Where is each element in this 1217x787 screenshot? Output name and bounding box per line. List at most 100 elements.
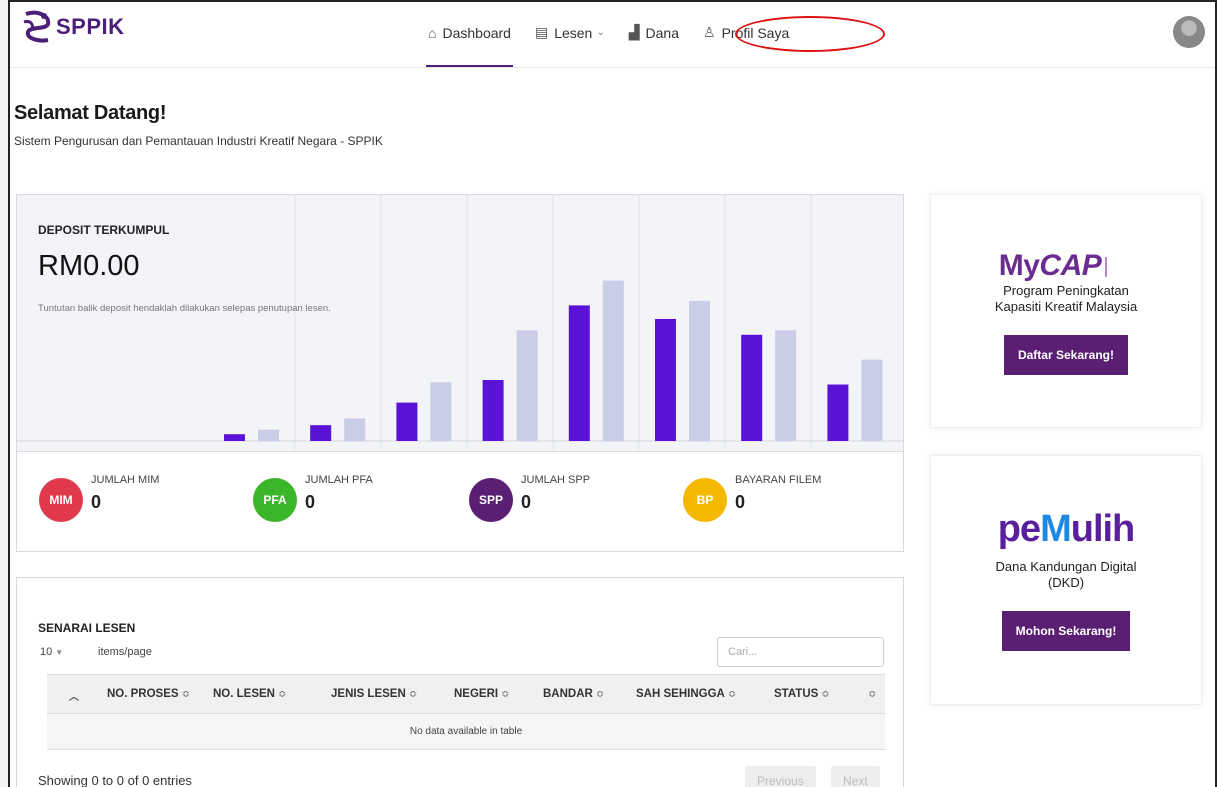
mycap-text-1: Program Peningkatan [1003,283,1129,298]
mycap-logo-cap: CAP [1039,249,1102,282]
app-name: SPPIK [56,14,125,39]
chart-bar-series-1 [741,334,763,441]
pemulih-promo-card: peMulih Dana Kandungan Digital (DKD) Moh… [930,455,1202,705]
sort-icon[interactable]: ≎ [865,688,876,700]
collapse-icon[interactable]: ︿ [69,688,79,703]
pemulih-logo-ulih: ulih [1070,508,1136,550]
license-table-card: SENARAI LESEN 10 ▼ items/page Cari... ︿ … [16,577,904,787]
table-title: SENARAI LESEN [38,621,136,635]
counter-spp: SPP JUMLAH SPP 0 [469,474,590,522]
pemulih-text-1: Dana Kandungan Digital [995,559,1137,574]
counter-mim: MIM JUMLAH MIM 0 [39,474,159,522]
chart-bar-series-1 [396,402,418,441]
next-button[interactable]: Next [831,766,880,787]
col-label: NO. PROSES [107,688,179,700]
app-window: SPPIK ⌂ Dashboard ▤ Lesen ⌄ ▟ Dana ♙ Pro… [8,0,1217,787]
page-subtitle: Sistem Pengurusan dan Pemantauan Industr… [14,134,383,148]
table-empty-row: No data available in table [47,714,885,750]
page-size-value: 10 [40,646,53,658]
col-label: NEGERI [454,688,499,700]
col-sah-sehingga[interactable]: SAH SEHINGGA ≎ [636,688,736,700]
table-info: Showing 0 to 0 of 0 entries [38,773,192,787]
nav-lesen-label: Lesen [554,24,593,41]
chart-bar-series-2 [258,429,279,441]
deposit-card: DEPOSIT TERKUMPUL RM0.00 Tuntutan balik … [16,194,904,552]
avatar[interactable] [1173,16,1205,48]
col-bandar[interactable]: BANDAR ≎ [543,688,604,700]
app-logo[interactable]: SPPIK [20,10,125,44]
sppik-logo-icon [23,10,51,43]
counter-pfa: PFA JUMLAH PFA 0 [253,474,373,522]
chart-bar-series-1 [827,384,849,441]
bp-badge: BP [683,478,727,522]
chevron-down-icon: ⌄ [596,27,605,38]
pemulih-text-2: (DKD) [1047,575,1085,590]
pfa-badge: PFA [253,478,297,522]
chart-bar-series-2 [602,280,624,441]
spp-badge: SPP [469,478,513,522]
deposit-note: Tuntutan balik deposit hendaklah dilakuk… [38,303,331,314]
nav-lesen[interactable]: ▤ Lesen ⌄ [535,24,605,41]
sort-icon: ≎ [595,689,605,700]
mycap-promo-card: MyCAP Program Peningkatan Kapasiti Kreat… [930,194,1202,428]
col-negeri[interactable]: NEGERI ≎ [454,688,509,700]
counters-row: MIM JUMLAH MIM 0 PFA JUMLAH PFA 0 SPP JU… [17,451,903,551]
mycap-logo: MyCAP [931,249,1201,283]
per-page-label: items/page [98,646,152,658]
chart-bar-series-2 [344,418,366,441]
counter-value: 0 [305,492,316,512]
col-label: BANDAR [543,688,593,700]
nav-dashboard[interactable]: ⌂ Dashboard [426,24,513,67]
mycap-logo-my: My [998,249,1040,282]
counter-label: JUMLAH MIM [91,474,160,486]
col-label: JENIS LESEN [331,688,406,700]
counter-value: 0 [521,492,532,512]
col-no-lesen[interactable]: NO. LESEN ≎ [213,688,286,700]
chart-bar-series-1 [482,379,504,441]
nav-dashboard-label: Dashboard [442,24,511,41]
mohon-sekarang-button[interactable]: Mohon Sekarang! [1001,611,1131,651]
chart-bar-series-2 [689,300,710,441]
license-icon: ▤ [534,24,549,40]
counter-label: JUMLAH PFA [305,474,373,486]
chart-bar-series-2 [516,330,538,441]
page-title: Selamat Datang! [14,102,167,124]
sort-icon: ≎ [181,689,190,700]
home-icon: ⌂ [428,24,437,41]
chart-bar-series-2 [775,330,797,441]
sort-icon: ≎ [821,689,830,700]
pemulih-logo-m: M [1040,508,1072,550]
chevron-down-icon: ▼ [55,647,64,657]
counter-label: JUMLAH SPP [521,474,591,486]
col-label: STATUS [774,688,819,700]
user-icon: ♙ [703,24,716,40]
counter-bp: BP BAYARAN FILEM 0 [683,474,821,522]
mim-badge: MIM [39,478,83,522]
chart-bar-series-2 [430,382,452,441]
counter-value: 0 [735,492,746,512]
col-label: NO. LESEN [213,688,275,700]
counter-value: 0 [91,492,102,512]
search-input[interactable]: Cari... [717,637,884,667]
pemulih-logo: peMulih [931,508,1201,551]
sort-icon: ≎ [727,689,737,700]
fund-icon: ▟ [628,24,640,40]
mycap-tagline-mark [1105,257,1133,278]
col-no-proses[interactable]: NO. PROSES ≎ [107,688,190,700]
counter-label: BAYARAN FILEM [735,474,822,486]
col-label: SAH SEHINGGA [636,688,725,700]
col-status[interactable]: STATUS ≎ [774,688,830,700]
table-header: ︿ NO. PROSES ≎ NO. LESEN ≎ JENIS LESEN ≎ NE… [47,674,885,714]
chart-bar-series-2 [861,359,883,441]
previous-button[interactable]: Previous [745,766,816,787]
sort-icon: ≎ [408,689,418,700]
nav-dana-label: Dana [645,24,679,41]
pemulih-logo-pe: pe [997,508,1041,550]
chart-bar-series-1 [655,318,676,441]
deposit-label: DEPOSIT TERKUMPUL [38,223,170,237]
col-jenis-lesen[interactable]: JENIS LESEN ≎ [331,688,417,700]
nav-dana[interactable]: ▟ Dana [629,24,679,41]
page-size-select[interactable]: 10 ▼ [40,639,70,665]
daftar-sekarang-button[interactable]: Daftar Sekarang! [1003,335,1129,375]
highlight-annotation [735,16,885,52]
